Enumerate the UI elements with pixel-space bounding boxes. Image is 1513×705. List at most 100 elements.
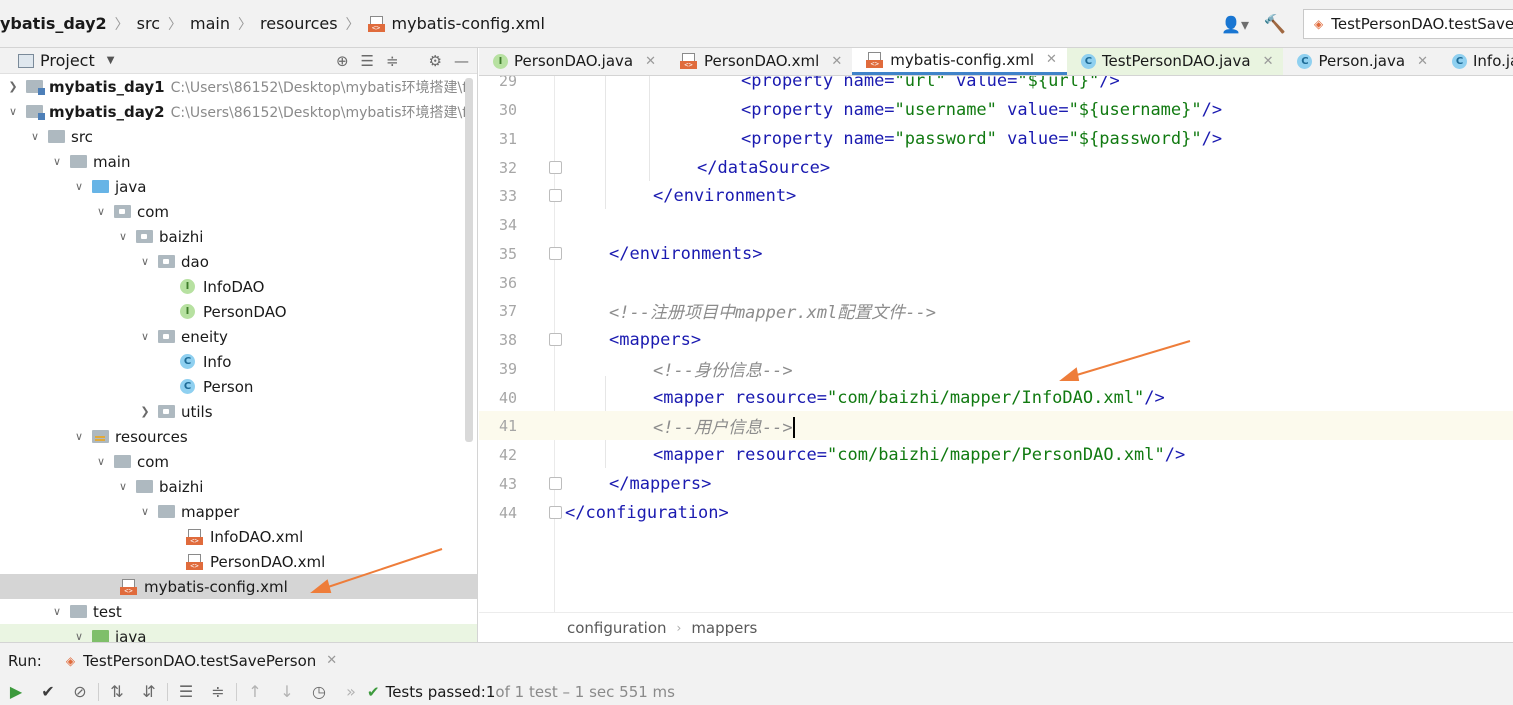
close-icon[interactable]: ✕ <box>326 653 337 668</box>
fold-marker-icon[interactable] <box>549 247 562 260</box>
breadcrumb-file[interactable]: <> mybatis-config.xml <box>362 0 551 48</box>
tree-item-package[interactable]: ∨ eneity <box>0 324 477 349</box>
show-ignored-icon[interactable]: ⊘ <box>64 678 96 705</box>
code-line: 44 </configuration> <box>479 498 1513 527</box>
tab-person-java[interactable]: C Person.java ✕ <box>1283 48 1438 75</box>
fold-marker-icon[interactable] <box>549 506 562 519</box>
fold-marker-icon[interactable] <box>549 161 562 174</box>
tree-item-package[interactable]: ∨ com <box>0 199 477 224</box>
chevron-down-icon[interactable]: ∨ <box>6 105 20 118</box>
chevron-right-icon[interactable]: ❯ <box>138 405 152 418</box>
code-editor[interactable]: 29 <property name="url" value="${url}"/>… <box>479 76 1513 612</box>
tree-item-file-selected[interactable]: <> mybatis-config.xml <box>0 574 477 599</box>
chevron-down-icon[interactable]: ∨ <box>116 480 130 493</box>
tree-item-folder[interactable]: ∨ java <box>0 174 477 199</box>
class-icon: C <box>180 379 195 394</box>
tree-item-package[interactable]: ∨ dao <box>0 249 477 274</box>
tree-item-folder[interactable]: ∨ src <box>0 124 477 149</box>
chevron-down-icon[interactable]: ∨ <box>138 505 152 518</box>
code-line: 42 <mapper resource="com/baizhi/mapper/P… <box>479 440 1513 469</box>
chevron-down-icon[interactable]: ∨ <box>28 130 42 143</box>
xml-file-icon: <> <box>866 51 884 68</box>
chevron-down-icon[interactable]: ∨ <box>50 155 64 168</box>
next-failed-icon[interactable]: ↓ <box>271 678 303 705</box>
minimize-icon[interactable]: — <box>454 52 469 70</box>
close-icon[interactable]: ✕ <box>1046 52 1057 67</box>
collapse-all-icon[interactable]: ≑ <box>386 52 399 70</box>
chevron-down-icon[interactable]: ∨ <box>50 605 64 618</box>
tree-item-module[interactable]: ❯ mybatis_day1 C:\Users\86152\Desktop\my… <box>0 74 477 99</box>
previous-failed-icon[interactable]: ↑ <box>239 678 271 705</box>
close-icon[interactable]: ✕ <box>831 54 842 69</box>
tree-item-module[interactable]: ∨ mybatis_day2 C:\Users\86152\Desktop\my… <box>0 99 477 124</box>
tree-item-package[interactable]: ❯ utils <box>0 399 477 424</box>
tree-item-package[interactable]: ∨ baizhi <box>0 224 477 249</box>
breadcrumb-main[interactable]: main <box>184 0 236 48</box>
breadcrumb-mappers[interactable]: mappers <box>691 619 757 637</box>
tree-item-interface[interactable]: I InfoDAO <box>0 274 477 299</box>
gear-icon[interactable]: ⚙ <box>429 52 442 70</box>
tree-item-folder[interactable]: ∨ baizhi <box>0 474 477 499</box>
code-line: 34 <box>479 210 1513 239</box>
show-passed-icon[interactable]: ✔ <box>32 678 64 705</box>
tree-item-folder[interactable]: ∨ test <box>0 599 477 624</box>
chevron-down-icon[interactable]: ∨ <box>94 455 108 468</box>
expand-all-icon[interactable]: ☰ <box>361 52 374 70</box>
rerun-icon[interactable]: ▶ <box>0 678 32 705</box>
tree-item-folder[interactable]: ∨ main <box>0 149 477 174</box>
close-icon[interactable]: ✕ <box>645 54 656 69</box>
tree-item-class[interactable]: C Person <box>0 374 477 399</box>
run-configuration-select[interactable]: ◈ TestPersonDAO.testSave <box>1303 9 1513 39</box>
test-config-icon: ◈ <box>1314 17 1324 31</box>
close-icon[interactable]: ✕ <box>1417 54 1428 69</box>
chevron-down-icon[interactable]: ∨ <box>138 255 152 268</box>
fold-marker-icon[interactable] <box>549 477 562 490</box>
breadcrumb-configuration[interactable]: configuration <box>567 619 667 637</box>
tab-persondao-xml[interactable]: <> PersonDAO.xml ✕ <box>666 48 852 75</box>
collapse-all-icon[interactable]: ≑ <box>202 678 234 705</box>
navigation-bar: ybatis_day2 〉 src 〉 main 〉 resources 〉 <… <box>0 0 1513 48</box>
tree-item-folder[interactable]: ∨ java <box>0 624 477 642</box>
tree-item-folder[interactable]: ∨ mapper <box>0 499 477 524</box>
user-icon[interactable]: 👤▾ <box>1219 12 1251 36</box>
xml-file-icon: <> <box>186 528 204 545</box>
run-tab[interactable]: ◈ TestPersonDAO.testSavePerson ✕ <box>66 652 337 670</box>
chevron-down-icon[interactable]: ∨ <box>94 205 108 218</box>
chevron-down-icon[interactable]: ∨ <box>138 330 152 343</box>
chevron-right-icon[interactable]: ❯ <box>6 80 20 93</box>
breadcrumb-resources[interactable]: resources <box>254 0 344 48</box>
tree-item-label: InfoDAO <box>203 277 265 296</box>
sort-by-duration-icon[interactable]: ⇵ <box>133 678 165 705</box>
tree-item-folder[interactable]: ∨ com <box>0 449 477 474</box>
tab-mybatis-config-xml[interactable]: <> mybatis-config.xml ✕ <box>852 48 1067 75</box>
more-icon[interactable]: » <box>335 678 367 705</box>
tab-testpersondao-java[interactable]: C TestPersonDAO.java ✕ <box>1066 48 1284 75</box>
chevron-down-icon[interactable]: ∨ <box>116 230 130 243</box>
tab-persondao-java[interactable]: I PersonDAO.java ✕ <box>479 48 666 75</box>
tree-item-interface[interactable]: I PersonDAO <box>0 299 477 324</box>
expand-all-icon[interactable]: ☰ <box>170 678 202 705</box>
chevron-down-icon[interactable]: ▼ <box>107 55 115 66</box>
chevron-down-icon[interactable]: ∨ <box>72 430 86 443</box>
chevron-down-icon[interactable]: ∨ <box>72 180 86 193</box>
tree-item-folder[interactable]: ∨ resources <box>0 424 477 449</box>
interface-icon: I <box>180 279 195 294</box>
tree-scrollbar[interactable] <box>465 78 473 442</box>
fold-marker-icon[interactable] <box>549 333 562 346</box>
test-history-icon[interactable]: ◷ <box>303 678 335 705</box>
breadcrumb-project[interactable]: ybatis_day2 <box>0 0 113 48</box>
breadcrumb-src[interactable]: src <box>131 0 166 48</box>
close-icon[interactable]: ✕ <box>1263 54 1274 69</box>
tree-item-file[interactable]: <> InfoDAO.xml <box>0 524 477 549</box>
fold-marker-icon[interactable] <box>549 189 562 202</box>
locate-file-icon[interactable]: ⊕ <box>336 52 349 70</box>
tab-info-java[interactable]: C Info.java <box>1438 48 1513 75</box>
tree-item-file[interactable]: <> PersonDAO.xml <box>0 549 477 574</box>
project-panel-title[interactable]: Project <box>40 51 95 70</box>
sort-alphabetically-icon[interactable]: ⇅ <box>101 678 133 705</box>
build-hammer-icon[interactable]: 🔨 <box>1259 12 1291 36</box>
line-number: 32 <box>498 158 517 177</box>
tree-item-label: resources <box>115 427 188 446</box>
chevron-down-icon[interactable]: ∨ <box>72 630 86 642</box>
tree-item-class[interactable]: C Info <box>0 349 477 374</box>
